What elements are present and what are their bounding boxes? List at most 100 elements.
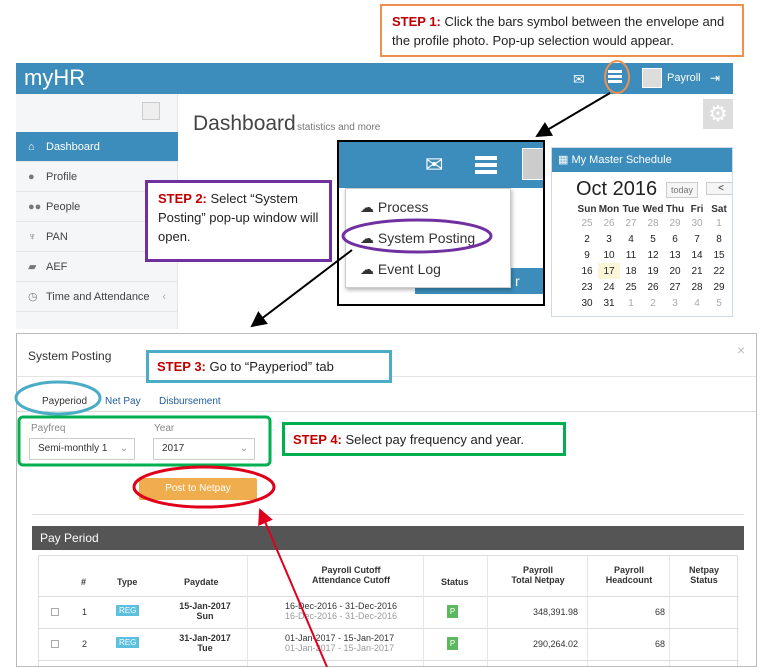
calendar-day[interactable]: 5 <box>642 231 664 247</box>
clock-icon: ◷ <box>28 291 38 303</box>
zoom-navbar: ✉ <box>339 142 543 188</box>
envelope-icon[interactable]: ✉ <box>425 152 443 178</box>
menu-item-event-log[interactable]: ☁ Event Log <box>360 261 441 278</box>
table-row[interactable]: 2 REG 31-Jan-2017 Tue 01-Jan-2017 - 15-Ja… <box>39 629 739 661</box>
sidebar-item-time-attendance[interactable]: ◷ Time and Attendance ‹ <box>16 282 178 312</box>
menu-item-label: Process <box>377 199 429 215</box>
sidebar-item-label: People <box>46 201 81 213</box>
modal-close-button[interactable]: × <box>737 342 745 358</box>
paydate-date: 31-Jan-2017 <box>179 633 231 643</box>
type-badge: REG <box>116 605 140 616</box>
weekday-label: Sat <box>711 204 727 215</box>
calendar-day[interactable]: 20 <box>664 263 686 279</box>
calendar-day[interactable]: 1 <box>620 295 642 311</box>
logout-icon[interactable]: ⇥ <box>710 71 720 85</box>
avatar[interactable] <box>642 68 662 88</box>
calendar-day[interactable]: 10 <box>598 247 620 263</box>
calendar-day[interactable]: 28 <box>686 279 708 295</box>
calendar-day[interactable]: 29 <box>708 279 730 295</box>
calendar-day[interactable]: 16 <box>576 263 598 279</box>
calendar-day[interactable]: 25 <box>576 215 598 231</box>
calendar-day[interactable]: 3 <box>664 295 686 311</box>
envelope-icon[interactable]: ✉ <box>573 71 585 88</box>
calendar-day[interactable]: 23 <box>576 279 598 295</box>
calendar-day[interactable]: 19 <box>642 263 664 279</box>
col-header-netpay-line1: Payroll <box>522 565 553 575</box>
table-row[interactable]: 1 REG 15-Jan-2017 Sun 16-Dec-2016 - 31-De… <box>39 597 739 629</box>
calendar-day[interactable]: 15 <box>708 247 730 263</box>
calendar-day[interactable]: 1 <box>708 215 730 231</box>
bars-icon[interactable] <box>475 155 497 178</box>
weekday-label: Wed <box>642 204 664 215</box>
calendar-day[interactable]: 4 <box>686 295 708 311</box>
zoom-popup-illustration: ✉ r Sched ☁ Process ☁ System Posting ☁ E… <box>337 140 545 306</box>
tab-disbursement[interactable]: Disbursement <box>159 396 221 407</box>
payfreq-select[interactable]: Semi-monthly 1 ⌄ <box>29 438 135 460</box>
settings-gear-icon[interactable]: ⚙ <box>703 99 733 129</box>
calendar-day[interactable]: 22 <box>708 263 730 279</box>
sidebar-toggle-icon[interactable] <box>142 102 160 120</box>
col-header-netpay-line2: Total Netpay <box>511 575 565 585</box>
prev-month-button[interactable]: < <box>706 182 732 195</box>
calendar-day[interactable]: 12 <box>642 247 664 263</box>
calendar-day[interactable]: 3 <box>598 231 620 247</box>
calendar-day[interactable]: 6 <box>664 231 686 247</box>
calendar-day[interactable]: 30 <box>686 215 708 231</box>
col-header-nstatus-line2: Status <box>690 575 718 585</box>
post-to-netpay-button[interactable]: Post to Netpay <box>139 478 257 500</box>
step3-callout: STEP 3: Go to “Payperiod” tab <box>146 350 392 383</box>
step2-callout: STEP 2: Select “System Posting” pop-up w… <box>145 180 332 262</box>
calendar-weekday-row: Sun Mon Tue Wed Thu Fri Sat <box>576 204 730 215</box>
calendar-day[interactable]: 21 <box>686 263 708 279</box>
type-badge: REG <box>116 637 140 648</box>
col-header-num: # <box>81 577 87 587</box>
calendar-day[interactable]: 24 <box>598 279 620 295</box>
tabs-divider <box>17 411 756 412</box>
calendar-day[interactable]: 2 <box>576 231 598 247</box>
sidebar-item-label: Dashboard <box>46 141 100 153</box>
calendar-day[interactable]: 29 <box>664 215 686 231</box>
calendar-day[interactable]: 27 <box>664 279 686 295</box>
calendar-day[interactable]: 5 <box>708 295 730 311</box>
master-schedule-widget: ▦ My Master Schedule Oct 2016 today < Su… <box>551 147 733 317</box>
calendar-day[interactable]: 17 <box>598 263 620 279</box>
sidebar-item-label: AEF <box>46 261 68 273</box>
step4-callout: STEP 4: Select pay frequency and year. <box>282 422 566 456</box>
calendar-day[interactable]: 4 <box>620 231 642 247</box>
payfreq-value: Semi-monthly 1 <box>38 443 108 454</box>
sidebar-item-dashboard[interactable]: ⌂ Dashboard <box>16 132 178 162</box>
weekday-label: Sun <box>577 204 597 215</box>
row-checkbox[interactable] <box>51 608 59 616</box>
calendar-day[interactable]: 26 <box>598 215 620 231</box>
calendar-day[interactable]: 11 <box>620 247 642 263</box>
tab-payperiod[interactable]: Payperiod <box>42 396 87 407</box>
user-name[interactable]: Payroll <box>667 72 701 84</box>
calendar-day[interactable]: 7 <box>686 231 708 247</box>
calendar-day[interactable]: 31 <box>598 295 620 311</box>
paydate-date: 15-Jan-2017 <box>179 601 231 611</box>
calendar-day[interactable]: 28 <box>642 215 664 231</box>
calendar-day[interactable]: 14 <box>686 247 708 263</box>
tab-net-pay[interactable]: Net Pay <box>105 396 141 407</box>
calendar-day[interactable]: 18 <box>620 263 642 279</box>
calendar-day[interactable]: 25 <box>620 279 642 295</box>
pay-period-header: Pay Period <box>32 526 744 550</box>
bars-icon[interactable] <box>608 69 622 83</box>
calendar-day[interactable]: 9 <box>576 247 598 263</box>
today-button[interactable]: today <box>666 182 699 198</box>
row-checkbox[interactable] <box>51 640 59 648</box>
modal-title: System Posting <box>28 349 112 363</box>
calendar-day[interactable]: 26 <box>642 279 664 295</box>
menu-item-system-posting[interactable]: ☁ System Posting <box>360 230 475 247</box>
calendar-week-row: 30 31 1 2 3 4 5 <box>576 295 730 311</box>
calendar-day[interactable]: 2 <box>642 295 664 311</box>
calendar-day[interactable]: 8 <box>708 231 730 247</box>
calendar-day[interactable]: 30 <box>576 295 598 311</box>
calendar-day[interactable]: 27 <box>620 215 642 231</box>
year-select[interactable]: 2017 ⌄ <box>153 438 255 460</box>
calendar-grid: Sun Mon Tue Wed Thu Fri Sat 25 26 27 28 29 30 1 2 3 4 5 6… <box>576 204 730 311</box>
menu-item-process[interactable]: ☁ Process <box>360 199 428 216</box>
brand-logo[interactable]: myHR <box>24 65 85 91</box>
avatar[interactable] <box>522 148 543 180</box>
calendar-day[interactable]: 13 <box>664 247 686 263</box>
